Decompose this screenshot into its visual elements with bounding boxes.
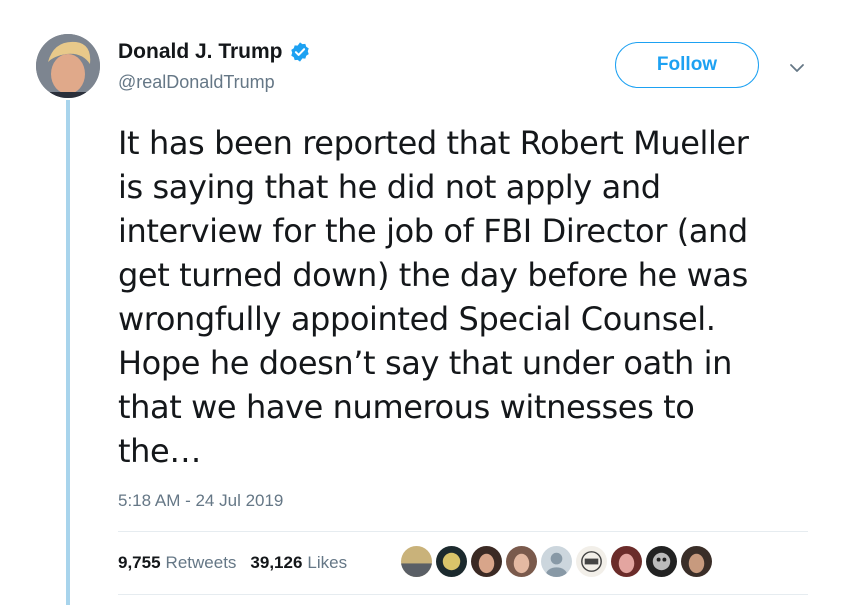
avatar[interactable] [36, 34, 100, 98]
liker-avatar-8 [646, 546, 677, 577]
liker-avatar[interactable] [540, 545, 573, 578]
likes-count[interactable]: 39,126 [250, 553, 302, 573]
liker-avatar[interactable] [680, 545, 713, 578]
tweet-stats: 9,755 Retweets 39,126 Likes [118, 553, 361, 573]
thread-line [66, 100, 70, 605]
liker-avatar-6 [576, 546, 607, 577]
liker-avatar[interactable] [610, 545, 643, 578]
liker-avatar-9 [681, 546, 712, 577]
tweet-text: It has been reported that Robert Mueller… [118, 124, 749, 470]
chevron-down-icon[interactable] [787, 58, 807, 78]
liker-avatar-3 [471, 546, 502, 577]
retweets-count[interactable]: 9,755 [118, 553, 161, 573]
follow-button[interactable]: Follow [615, 42, 759, 88]
liker-avatar[interactable] [505, 545, 538, 578]
liker-avatar[interactable] [645, 545, 678, 578]
default-avatar-icon [541, 546, 572, 577]
handle[interactable]: @realDonaldTrump [118, 72, 275, 93]
liker-avatar-7 [611, 546, 642, 577]
divider [118, 531, 808, 532]
liker-avatars [400, 545, 715, 578]
retweets-label[interactable]: Retweets [166, 553, 237, 573]
liker-avatar-2 [436, 546, 467, 577]
liker-avatar[interactable] [470, 545, 503, 578]
liker-avatar[interactable] [575, 545, 608, 578]
divider [118, 594, 808, 595]
liker-avatar[interactable] [435, 545, 468, 578]
liker-avatar-1 [401, 546, 432, 577]
profile-photo-icon [36, 34, 100, 98]
liker-avatar-4 [506, 546, 537, 577]
display-name[interactable]: Donald J. Trump [118, 40, 283, 64]
tweet-timestamp[interactable]: 5:18 AM - 24 Jul 2019 [118, 491, 283, 511]
verified-badge-icon [290, 42, 309, 62]
likes-label[interactable]: Likes [307, 553, 347, 573]
liker-avatar[interactable] [400, 545, 433, 578]
